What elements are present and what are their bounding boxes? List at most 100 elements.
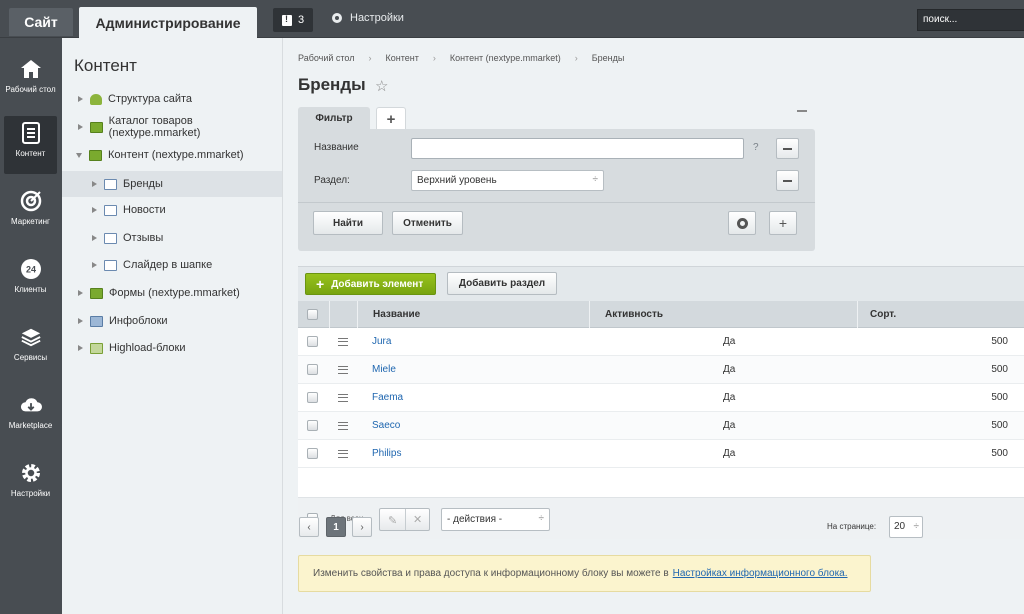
highload-icon [90,342,103,354]
column-header-name[interactable]: Название [357,301,589,328]
add-element-button[interactable]: + Добавить элемент [305,273,436,295]
delete-icon[interactable]: ✕ [413,513,422,526]
iconbar-item-content[interactable]: Контент [4,116,57,174]
find-button[interactable]: Найти [313,211,383,235]
prev-page-button[interactable]: ‹ [299,517,319,537]
iconbar-label: Рабочий стол [5,85,56,94]
row-checkbox[interactable] [307,364,318,375]
plus-icon: + [316,276,325,292]
row-name-link[interactable]: Philips [372,448,401,459]
table-row[interactable]: Faema Да 500 [298,384,1024,412]
select-all-checkbox[interactable] [307,309,318,320]
row-name-link[interactable]: Faema [372,392,403,403]
table-row[interactable]: Jura Да 500 [298,328,1024,356]
cancel-button[interactable]: Отменить [392,211,463,235]
breadcrumb: Рабочий стол › Контент › Контент (nextyp… [298,53,624,63]
expand-arrow-icon[interactable] [92,235,97,241]
iconbar-item-desktop[interactable]: Рабочий стол [4,52,57,110]
collapse-arrow-icon[interactable] [76,152,82,158]
pencil-icon[interactable]: ✎ [388,514,397,527]
iblock-settings-link[interactable]: Настройках информационного блока. [673,568,848,579]
breadcrumb-item[interactable]: Контент (nextype.mmarket) [450,53,561,63]
breadcrumb-separator-icon: › [368,53,372,63]
tree-item-forms[interactable]: Формы (nextype.mmarket) [62,280,282,306]
filter-settings-button[interactable] [728,211,756,235]
row-menu-icon[interactable] [338,449,348,458]
column-header-activity[interactable]: Активность [589,301,857,328]
expand-arrow-icon[interactable] [78,345,83,351]
table-row[interactable]: Miele Да 500 [298,356,1024,384]
add-section-button[interactable]: Добавить раздел [447,272,557,295]
next-page-button[interactable]: › [352,517,372,537]
row-sort: 500 [991,392,1008,403]
site-tab[interactable]: Сайт [9,8,73,36]
group-edit-buttons: ✎ ✕ [379,508,430,531]
expand-arrow-icon[interactable] [78,124,83,130]
tree-item-site-structure[interactable]: Структура сайта [62,86,282,112]
target-icon [20,190,42,212]
filter-tab[interactable]: Фильтр [298,107,370,130]
filter-panel: Название ? Раздел: Верхний уровень Найти… [298,129,815,251]
expand-arrow-icon[interactable] [78,318,83,324]
content-tree-panel: Контент Структура сайта Каталог товаров … [62,38,283,614]
current-page[interactable]: 1 [326,517,346,537]
iconbar-item-settings[interactable]: Настройки [4,456,57,514]
breadcrumb-item[interactable]: Бренды [592,53,625,63]
column-header-sort[interactable]: Сорт. [857,301,1024,328]
iconbar-item-services[interactable]: Сервисы [4,320,57,378]
tree-item-infoblocks[interactable]: Инфоблоки [62,308,282,334]
iconbar-item-marketplace[interactable]: Marketplace [4,388,57,446]
expand-arrow-icon[interactable] [92,181,97,187]
row-checkbox[interactable] [307,448,318,459]
remove-section-filter-button[interactable] [776,170,799,191]
notifications-button[interactable]: 3 [273,8,313,32]
row-menu-icon[interactable] [338,337,348,346]
admin-tab[interactable]: Администрирование [79,7,257,38]
row-menu-icon[interactable] [338,393,348,402]
row-sort: 500 [991,336,1008,347]
favorite-star-icon[interactable]: ☆ [375,77,388,95]
iconbar-item-clients[interactable]: 24 Клиенты [4,252,57,310]
add-filter-field-button[interactable]: + [769,211,797,235]
expand-arrow-icon[interactable] [78,96,83,102]
table-row[interactable]: Philips Да 500 [298,440,1024,468]
tree-item-slider[interactable]: Слайдер в шапке [62,252,282,278]
settings-label: Настройки [350,12,404,24]
row-checkbox[interactable] [307,392,318,403]
row-name-link[interactable]: Saeco [372,420,400,431]
help-icon[interactable]: ? [753,142,759,153]
tree-item-news[interactable]: Новости [62,197,282,223]
row-menu-icon[interactable] [338,365,348,374]
row-checkbox[interactable] [307,336,318,347]
expand-arrow-icon[interactable] [78,290,83,296]
collapse-filter-icon[interactable] [797,110,807,112]
tree-item-content[interactable]: Контент (nextype.mmarket) [62,142,282,168]
tree-item-brands[interactable]: Бренды [62,171,282,197]
search-input[interactable]: поиск... [917,9,1024,31]
breadcrumb-item[interactable]: Рабочий стол [298,53,355,63]
table-row[interactable]: Saeco Да 500 [298,412,1024,440]
tree-item-catalog[interactable]: Каталог товаров (nextype.mmarket) [62,114,282,140]
tree-item-label: Новости [123,204,166,216]
expand-arrow-icon[interactable] [92,207,97,213]
row-name-link[interactable]: Jura [372,336,391,347]
remove-name-filter-button[interactable] [776,138,799,159]
iconbar-label: Маркетинг [11,217,50,226]
settings-link[interactable]: Настройки [332,12,404,24]
divider [405,509,406,530]
iconbar-item-marketing[interactable]: Маркетинг [4,184,57,242]
row-name-link[interactable]: Miele [372,364,396,375]
actions-select[interactable]: - действия - [441,508,550,531]
per-page-select[interactable]: 20 [889,516,923,538]
expand-arrow-icon[interactable] [92,262,97,268]
row-sort: 500 [991,448,1008,459]
add-filter-tab-button[interactable]: + [376,107,406,130]
notification-icon [281,14,292,26]
tree-item-highload[interactable]: Highload-блоки [62,335,282,361]
tree-item-reviews[interactable]: Отзывы [62,225,282,251]
breadcrumb-item[interactable]: Контент [386,53,419,63]
name-filter-input[interactable] [411,138,744,159]
section-select[interactable]: Верхний уровень [411,170,604,191]
row-menu-icon[interactable] [338,421,348,430]
row-checkbox[interactable] [307,420,318,431]
